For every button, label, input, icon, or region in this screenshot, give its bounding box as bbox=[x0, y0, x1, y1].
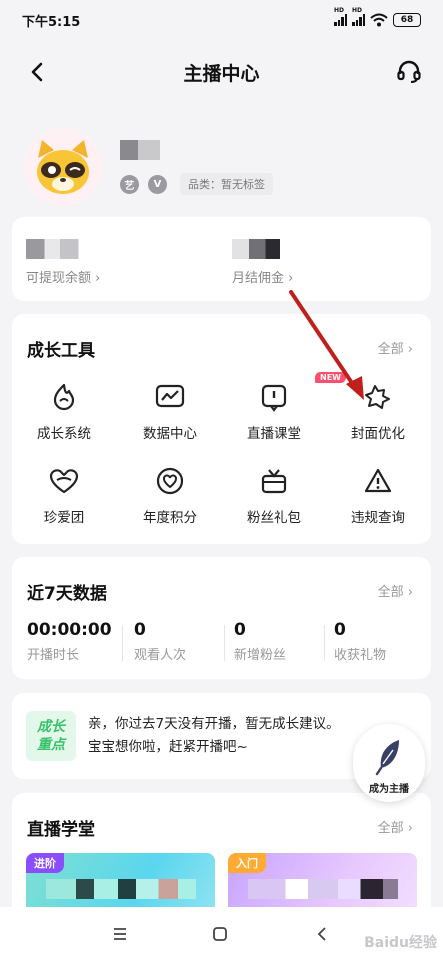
back-triangle-icon bbox=[317, 927, 326, 941]
profile-section: 艺 V 品类：暂无标签 bbox=[24, 128, 419, 208]
watermark: Baidu经验 bbox=[364, 935, 437, 951]
thumbnail-blurred bbox=[46, 879, 196, 899]
page-title: 主播中心 bbox=[183, 62, 260, 85]
tool-growth-system[interactable]: 成长系统 bbox=[12, 380, 116, 442]
headset-icon bbox=[397, 60, 421, 83]
status-icons: HD HD 68 bbox=[334, 7, 421, 27]
stat-gifts: 0 收获礼物 bbox=[334, 620, 387, 663]
status-bar: 下午5:15 HD HD 68 bbox=[0, 0, 443, 40]
tool-data-center[interactable]: 数据中心 bbox=[118, 380, 222, 442]
thumbnail-blurred bbox=[248, 879, 398, 899]
customer-service-button[interactable] bbox=[395, 58, 423, 86]
school-all-link[interactable]: 全部 › bbox=[378, 817, 413, 836]
tool-fan-club[interactable]: 珍爱团 bbox=[12, 464, 116, 526]
monthly-label: 月结佣金 › bbox=[232, 271, 294, 286]
stat-live-duration: 00:00:00 开播时长 bbox=[27, 620, 112, 663]
withdrawable-balance[interactable]: 可提现余额 › bbox=[26, 239, 100, 286]
earnings-card: 可提现余额 › 月结佣金 › bbox=[12, 217, 431, 301]
stat-new-fans: 0 新增粉丝 bbox=[234, 620, 287, 663]
header: 主播中心 bbox=[0, 50, 443, 94]
stats-all-link[interactable]: 全部 › bbox=[378, 581, 413, 600]
monthly-commission[interactable]: 月结佣金 › bbox=[232, 239, 293, 286]
nav-back-button[interactable] bbox=[312, 924, 332, 944]
withdrawable-label: 可提现余额 › bbox=[26, 271, 101, 286]
battery-icon: 68 bbox=[393, 13, 421, 27]
school-title: 直播学堂 bbox=[27, 820, 95, 840]
divider bbox=[122, 625, 123, 661]
level-badge: 艺 bbox=[120, 175, 139, 194]
tool-annual-points[interactable]: 年度积分 bbox=[118, 464, 222, 526]
divider bbox=[224, 625, 225, 661]
square-icon bbox=[213, 927, 227, 941]
course-thumbnail-beginner[interactable]: 入门 bbox=[228, 853, 417, 913]
tool-live-classroom[interactable]: NEW 直播课堂 bbox=[222, 372, 346, 442]
warning-icon bbox=[361, 464, 395, 498]
verified-badge: V bbox=[148, 175, 167, 194]
course-tag-beginner: 入门 bbox=[228, 853, 266, 873]
avatar[interactable] bbox=[24, 128, 102, 206]
status-time: 下午5:15 bbox=[22, 14, 81, 30]
advice-text: 亲，你过去7天没有开播，暂无成长建议。宝宝想你啦，赶紧开播吧~ bbox=[88, 716, 340, 755]
feather-icon bbox=[375, 740, 399, 776]
gift-icon bbox=[257, 464, 291, 498]
stats-title: 近7天数据 bbox=[27, 584, 107, 604]
signal-icon-2: HD bbox=[352, 7, 365, 26]
home-button[interactable] bbox=[210, 924, 230, 944]
growth-tools-card: 成长工具 全部 › 成长系统 数据中心 NEW 直播课堂 封面优化 珍爱团 年度… bbox=[12, 314, 431, 544]
course-tag-advanced: 进阶 bbox=[26, 853, 64, 873]
heart-circle-icon bbox=[153, 464, 187, 498]
growth-focus-badge: 成长 重点 bbox=[26, 711, 76, 761]
back-button[interactable] bbox=[24, 59, 50, 85]
tools-title: 成长工具 bbox=[27, 341, 95, 361]
become-streamer-button[interactable]: 成为主播 bbox=[353, 724, 425, 802]
divider bbox=[324, 625, 325, 661]
balance-value-blurred bbox=[26, 239, 88, 259]
classroom-icon: NEW bbox=[257, 372, 346, 414]
tool-violation-query[interactable]: 违规查询 bbox=[326, 464, 430, 526]
chevron-left-icon bbox=[31, 62, 43, 82]
system-navigation-bar: Baidu经验 bbox=[0, 907, 443, 960]
commission-value-blurred bbox=[232, 239, 280, 259]
signal-icon: HD bbox=[334, 7, 347, 26]
seven-day-stats-card: 近7天数据 全部 › 00:00:00 开播时长 0 观看人次 0 新增粉丝 0… bbox=[12, 557, 431, 679]
tool-fan-gift[interactable]: 粉丝礼包 bbox=[222, 464, 326, 526]
tools-all-link[interactable]: 全部 › bbox=[378, 338, 413, 357]
menu-icon bbox=[114, 928, 126, 940]
course-thumbnail-advanced[interactable]: 进阶 bbox=[26, 853, 215, 913]
chart-icon bbox=[153, 380, 187, 414]
raccoon-avatar-icon bbox=[25, 129, 101, 205]
category-tag: 品类：暂无标签 bbox=[180, 173, 273, 195]
wifi-icon bbox=[370, 13, 388, 27]
heart-shield-icon bbox=[47, 464, 81, 498]
username-blurred bbox=[120, 140, 160, 160]
flame-icon bbox=[47, 380, 81, 414]
tool-cover-optimize[interactable]: 封面优化 bbox=[326, 380, 430, 442]
cover-icon bbox=[361, 380, 395, 414]
stat-viewers: 0 观看人次 bbox=[134, 620, 187, 663]
menu-button[interactable] bbox=[110, 924, 130, 944]
